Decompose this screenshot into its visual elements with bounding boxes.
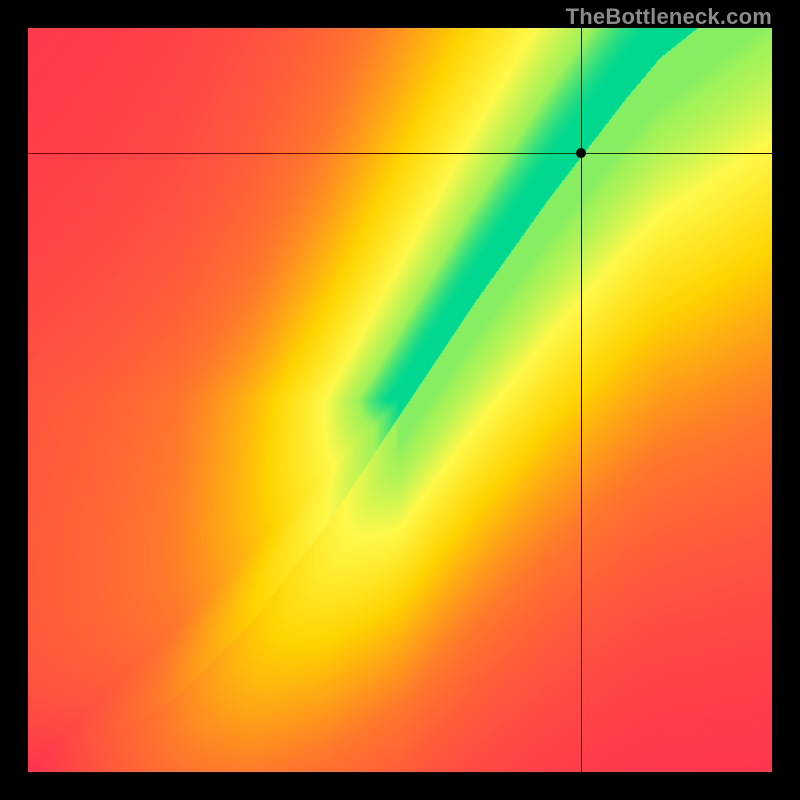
heatmap-plot (28, 28, 772, 772)
crosshair-horizontal (28, 153, 772, 154)
crosshair-vertical (581, 28, 582, 772)
crosshair-marker (576, 148, 586, 158)
heatmap-canvas (28, 28, 772, 772)
watermark-text: TheBottleneck.com (566, 4, 772, 30)
chart-stage: TheBottleneck.com (0, 0, 800, 800)
